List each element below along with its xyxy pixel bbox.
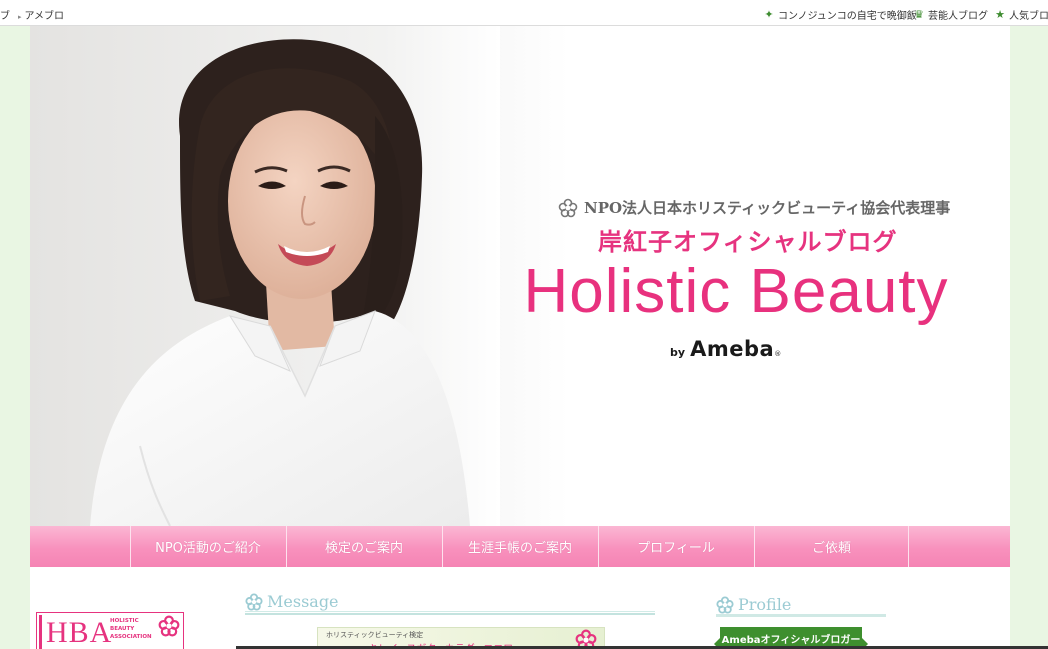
hba-logo-small-line3: ASSOCIATION — [110, 634, 152, 640]
top-link-ninki[interactable]: ★ 人気ブロ — [994, 7, 1048, 23]
ameba-logo: Ameba — [690, 337, 775, 361]
profile-heading: Profile — [716, 594, 886, 614]
ameba-byline: by Ameba® — [670, 337, 830, 361]
flower-icon — [245, 593, 263, 611]
nav-irai[interactable]: ご依頼 — [754, 526, 909, 567]
message-divider — [245, 611, 655, 615]
global-nav: NPO活動のご紹介 検定のご案内 生涯手帳のご案内 プロフィール ご依頼 — [30, 526, 1010, 567]
top-link-ninki-label: 人気ブロ — [1009, 11, 1048, 22]
nav-techo[interactable]: 生涯手帳のご案内 — [442, 526, 597, 567]
hba-logo-text: HBA — [46, 616, 113, 649]
flower-icon — [716, 596, 734, 614]
hba-logo-small: HOLISTIC BEAUTY ASSOCIATION — [110, 617, 152, 641]
blog-subtitle: 岸紅子オフィシャルブログ — [598, 227, 898, 256]
triangle-right-icon: ▸ — [18, 13, 22, 21]
top-link-geinojin-label: 芸能人ブログ — [928, 11, 988, 22]
header-text-block: NPO法人日本ホリスティックビューティ協会代表理事 岸紅子オフィシャルブログ H… — [500, 26, 1010, 526]
top-link-ameblo[interactable]: ▸ アメブロ — [18, 7, 64, 22]
top-link-konno-label: コンノジュンコの自宅で晩御飯 — [778, 11, 917, 22]
top-link-konno[interactable]: ✦ コンノジュンコの自宅で晩御飯 — [763, 7, 917, 23]
nav-npo[interactable]: NPO活動のご紹介 — [130, 526, 285, 567]
top-link-geinojin[interactable]: ♛ 芸能人ブログ — [913, 7, 988, 23]
logo-bar — [39, 615, 42, 649]
registered-mark: ® — [774, 350, 782, 358]
nav-kentei[interactable]: 検定のご案内 — [286, 526, 441, 567]
portrait-photo — [30, 26, 500, 526]
nav-profile[interactable]: プロフィール — [598, 526, 753, 567]
profile-heading-text: Profile — [738, 595, 792, 614]
banner-small-text: ホリスティックビューティ検定 — [326, 631, 424, 639]
blog-page: NPO法人日本ホリスティックビューティ協会代表理事 岸紅子オフィシャルブログ H… — [30, 26, 1010, 649]
hba-logo-banner[interactable]: HBA HOLISTIC BEAUTY ASSOCIATION — [36, 612, 184, 649]
top-link-partial[interactable]: ブ — [0, 7, 10, 22]
message-heading-text: Message — [267, 592, 339, 611]
blog-title: Holistic Beauty — [523, 257, 949, 326]
top-bar: ブ ▸ アメブロ ✦ コンノジュンコの自宅で晩御飯 ♛ 芸能人ブログ ★ 人気ブロ — [0, 0, 1048, 26]
sparkle-icon: ✦ — [764, 7, 774, 21]
hba-logo-small-line1: HOLISTIC — [110, 618, 139, 624]
hba-logo-small-line2: BEAUTY — [110, 626, 135, 632]
message-heading: Message — [245, 589, 655, 611]
flower-icon — [558, 198, 578, 218]
flower-icon — [158, 615, 180, 641]
byline-by: by — [670, 346, 686, 359]
blog-header[interactable]: NPO法人日本ホリスティックビューティ協会代表理事 岸紅子オフィシャルブログ H… — [30, 26, 1010, 526]
crown-icon: ♛ — [914, 7, 924, 21]
star-icon: ★ — [995, 7, 1005, 21]
org-line: NPO法人日本ホリスティックビューティ協会代表理事 — [558, 197, 978, 218]
org-line-text: NPO法人日本ホリスティックビューティ協会代表理事 — [584, 199, 951, 217]
top-link-ameblo-label: アメブロ — [24, 11, 65, 22]
profile-divider — [716, 614, 886, 617]
